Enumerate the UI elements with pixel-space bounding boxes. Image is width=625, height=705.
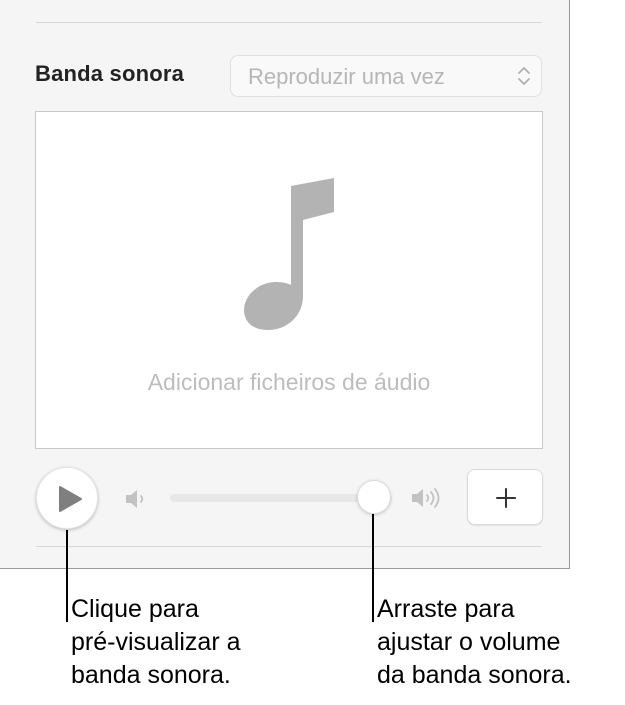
screenshot-stage: Banda sonora Reproduzir uma vez Adiciona…	[0, 0, 625, 705]
playback-mode-value: Reproduzir uma vez	[248, 64, 445, 89]
volume-callout-line2: ajustar o volume	[377, 628, 561, 656]
play-callout-leader	[66, 530, 68, 622]
play-callout-text: Clique para pré-visualizar a banda sonor…	[71, 593, 241, 692]
volume-slider-thumb[interactable]	[357, 480, 392, 514]
play-callout-line2: pré-visualizar a	[71, 628, 241, 656]
soundtrack-panel: Banda sonora Reproduzir uma vez Adiciona…	[0, 0, 570, 569]
music-note-icon	[244, 178, 334, 330]
speaker-low-icon	[126, 490, 144, 508]
volume-callout-text: Arraste para ajustar o volume da banda s…	[377, 593, 572, 692]
chevron-up-down-icon	[518, 67, 530, 85]
bottom-divider	[36, 546, 542, 547]
plus-icon	[496, 488, 516, 508]
audio-drop-area[interactable]: Adicionar ficheiros de áudio	[35, 111, 543, 449]
playback-mode-popup[interactable]: Reproduzir uma vez	[230, 55, 542, 97]
soundtrack-title: Banda sonora	[35, 61, 185, 86]
volume-callout-line1: Arraste para	[377, 595, 515, 623]
add-soundtrack-button[interactable]	[467, 469, 543, 525]
play-callout-line1: Clique para	[71, 595, 199, 623]
add-audio-files-label: Adicionar ficheiros de áudio	[147, 369, 431, 395]
speaker-high-icon	[412, 488, 440, 508]
volume-callout-leader	[372, 514, 374, 622]
top-divider	[36, 22, 542, 23]
play-icon	[59, 486, 82, 512]
play-button[interactable]	[36, 467, 98, 529]
volume-callout-line3: da banda sonora.	[377, 661, 572, 689]
play-callout-line3: banda sonora.	[71, 661, 231, 689]
